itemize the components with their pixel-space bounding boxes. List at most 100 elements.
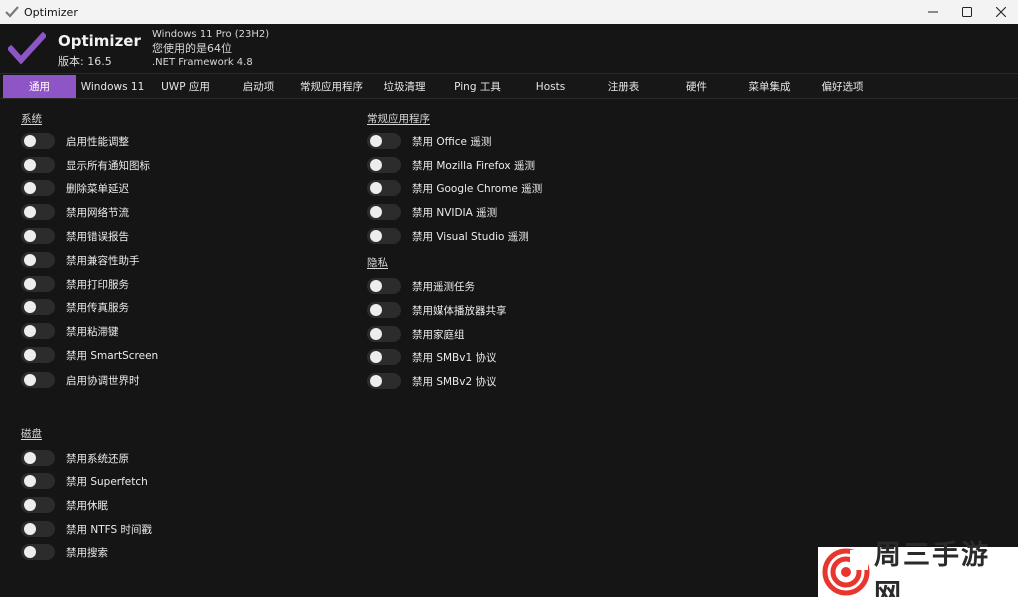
toggle-label: 禁用 NVIDIA 遥测	[412, 206, 498, 219]
toggle-switch[interactable]	[21, 252, 55, 268]
toggle-switch[interactable]	[21, 473, 55, 489]
toggle-label: 禁用遥测任务	[412, 280, 475, 293]
toggle-row: 禁用传真服务	[21, 298, 129, 316]
toggle-switch[interactable]	[21, 450, 55, 466]
toggle-label: 禁用媒体播放器共享	[412, 304, 507, 317]
toggle-row: 禁用 Google Chrome 遥测	[367, 179, 542, 197]
toggle-label: 禁用 Superfetch	[66, 475, 148, 488]
tab-hosts[interactable]: Hosts	[514, 75, 587, 98]
tab-ping[interactable]: Ping 工具	[441, 75, 514, 98]
toggle-label: 禁用 SMBv1 协议	[412, 351, 497, 364]
toggle-row: 禁用 SMBv2 协议	[367, 372, 497, 390]
toggle-label: 禁用 SmartScreen	[66, 349, 159, 362]
toggle-switch[interactable]	[367, 302, 401, 318]
toggle-row: 显示所有通知图标	[21, 156, 150, 174]
toggle-row: 禁用休眠	[21, 496, 108, 514]
minimize-icon[interactable]	[916, 0, 950, 24]
toggle-label: 禁用 NTFS 时间戳	[66, 523, 152, 536]
toggle-label: 禁用兼容性助手	[66, 254, 140, 267]
tab-bar: 通用 Windows 11 UWP 应用 启动项 常规应用程序 垃圾清理 Pin…	[0, 75, 1018, 99]
toggle-switch[interactable]	[21, 497, 55, 513]
toggle-row: 禁用 SMBv1 协议	[367, 348, 497, 366]
toggle-switch[interactable]	[21, 347, 55, 363]
site-watermark: 周三手游网	[818, 540, 1018, 597]
tab-menu-integration[interactable]: 菜单集成	[733, 75, 806, 98]
toggle-label: 启用协调世界时	[66, 374, 140, 387]
toggle-switch[interactable]	[21, 157, 55, 173]
toggle-row: 禁用 NTFS 时间戳	[21, 520, 152, 538]
toggle-switch[interactable]	[367, 180, 401, 196]
app-check-icon	[0, 0, 24, 24]
toggle-row: 启用协调世界时	[21, 371, 140, 389]
general-panel: 系统 启用性能调整 显示所有通知图标 删除菜单延迟 禁用网络节流 禁用错误报告 …	[0, 100, 1018, 597]
toggle-switch[interactable]	[21, 372, 55, 388]
section-title-common-apps: 常规应用程序	[367, 113, 430, 125]
version-label: 版本: 16.5	[58, 55, 112, 68]
toggle-row: 禁用 Superfetch	[21, 472, 148, 490]
toggle-switch[interactable]	[21, 204, 55, 220]
section-title-privacy: 隐私	[367, 257, 388, 269]
toggle-switch[interactable]	[21, 299, 55, 315]
toggle-switch[interactable]	[21, 544, 55, 560]
tab-registry[interactable]: 注册表	[587, 75, 660, 98]
toggle-label: 启用性能调整	[66, 135, 129, 148]
toggle-row: 禁用错误报告	[21, 227, 129, 245]
tab-hardware[interactable]: 硬件	[660, 75, 733, 98]
toggle-row: 禁用搜索	[21, 543, 108, 561]
toggle-switch[interactable]	[367, 349, 401, 365]
toggle-label: 禁用休眠	[66, 499, 108, 512]
toggle-switch[interactable]	[367, 133, 401, 149]
toggle-row: 删除菜单延迟	[21, 179, 129, 197]
tab-common-apps[interactable]: 常规应用程序	[295, 75, 368, 98]
tab-uwp[interactable]: UWP 应用	[149, 75, 222, 98]
toggle-switch[interactable]	[21, 228, 55, 244]
toggle-switch[interactable]	[367, 228, 401, 244]
toggle-label: 禁用家庭组	[412, 328, 465, 341]
toggle-label: 禁用打印服务	[66, 278, 129, 291]
arch-info: 您使用的是64位	[152, 42, 232, 55]
toggle-switch[interactable]	[367, 157, 401, 173]
toggle-row: 禁用家庭组	[367, 325, 465, 343]
toggle-switch[interactable]	[21, 133, 55, 149]
toggle-label: 禁用粘滞键	[66, 325, 119, 338]
watermark-text: 周三手游网	[874, 540, 990, 597]
toggle-switch[interactable]	[367, 204, 401, 220]
title-bar: Optimizer	[0, 0, 1018, 24]
toggle-switch[interactable]	[367, 326, 401, 342]
tab-preferences[interactable]: 偏好选项	[806, 75, 879, 98]
tab-startup[interactable]: 启动项	[222, 75, 295, 98]
toggle-label: 删除菜单延迟	[66, 182, 129, 195]
toggle-switch[interactable]	[21, 180, 55, 196]
toggle-row: 禁用遥测任务	[367, 277, 475, 295]
toggle-row: 禁用 Office 遥测	[367, 132, 491, 150]
toggle-row: 启用性能调整	[21, 132, 129, 150]
toggle-switch[interactable]	[21, 276, 55, 292]
toggle-row: 禁用系统还原	[21, 449, 129, 467]
optimizer-logo-icon	[6, 31, 48, 66]
toggle-switch[interactable]	[21, 521, 55, 537]
tab-windows11[interactable]: Windows 11	[76, 75, 149, 98]
toggle-row: 禁用 NVIDIA 遥测	[367, 203, 497, 221]
toggle-row: 禁用 SmartScreen	[21, 346, 158, 364]
toggle-label: 禁用 SMBv2 协议	[412, 375, 497, 388]
maximize-icon[interactable]	[950, 0, 984, 24]
system-info: Windows 11 Pro (23H2) 您使用的是64位 .NET Fram…	[152, 28, 269, 70]
os-info: Windows 11 Pro (23H2)	[152, 29, 270, 40]
toggle-row: 禁用 Visual Studio 遥测	[367, 227, 529, 245]
toggle-label: 禁用 Mozilla Firefox 遥测	[412, 159, 535, 172]
tab-cleanup[interactable]: 垃圾清理	[368, 75, 441, 98]
toggle-switch[interactable]	[367, 278, 401, 294]
tab-general[interactable]: 通用	[3, 75, 76, 98]
toggle-label: 禁用 Office 遥测	[412, 135, 492, 148]
toggle-label: 禁用系统还原	[66, 452, 129, 465]
framework-info: .NET Framework 4.8	[152, 57, 253, 68]
toggle-row: 禁用网络节流	[21, 203, 129, 221]
toggle-label: 禁用错误报告	[66, 230, 129, 243]
toggle-label: 显示所有通知图标	[66, 159, 150, 172]
toggle-row: 禁用打印服务	[21, 275, 129, 293]
toggle-switch[interactable]	[367, 373, 401, 389]
section-title-system: 系统	[21, 113, 42, 125]
toggle-switch[interactable]	[21, 323, 55, 339]
close-icon[interactable]	[984, 0, 1018, 24]
toggle-label: 禁用 Google Chrome 遥测	[412, 182, 543, 195]
